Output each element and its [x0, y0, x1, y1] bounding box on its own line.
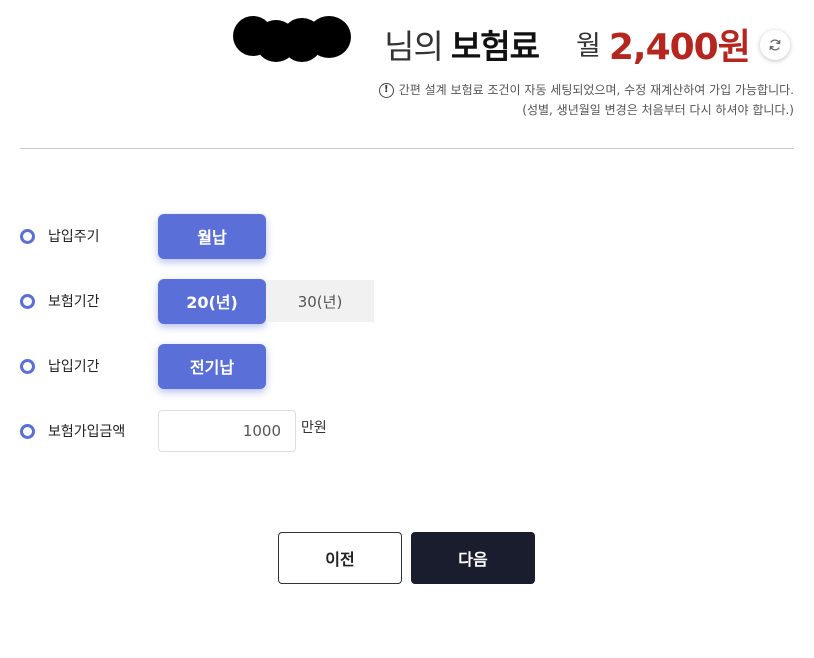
coverage-unit: 만원 [301, 420, 327, 436]
notice: ! 간편 설계 보험료 조건이 자동 세팅되었으며, 수정 재계산하여 가입 가… [378, 80, 794, 120]
premium-period: 월 [576, 31, 601, 62]
row-insurance-period: 보험기간 20(년) 30(년) [20, 278, 374, 324]
row-coverage-amount: 보험가입금액 만원 [20, 408, 327, 454]
option-monthly[interactable]: 월납 [158, 213, 266, 259]
name-suffix: 님의 [384, 27, 444, 66]
label-coverage-amount: 보험가입금액 [48, 424, 126, 440]
radio-bullet [20, 358, 35, 374]
refresh-icon [769, 39, 781, 51]
option-30-years[interactable]: 30(년) [266, 280, 374, 322]
title-strong: 보험료 [450, 27, 540, 66]
redacted-name [233, 14, 353, 64]
info-icon: ! [378, 82, 394, 98]
divider [20, 148, 794, 149]
notice-line-1: 간편 설계 보험료 조건이 자동 세팅되었으며, 수정 재계산하여 가입 가능합… [398, 83, 794, 97]
radio-bullet [20, 293, 35, 309]
label-payment-period: 납입기간 [48, 359, 100, 375]
refresh-button[interactable] [760, 30, 790, 60]
coverage-amount-input[interactable] [158, 410, 296, 452]
radio-bullet [20, 228, 35, 244]
row-payment-period: 납입기간 전기납 [20, 343, 266, 389]
row-payment-cycle: 납입주기 월납 [20, 213, 266, 259]
option-full-period[interactable]: 전기납 [158, 343, 266, 389]
prev-button[interactable]: 이전 [278, 532, 402, 584]
premium-display: 월 2,400원 [576, 18, 751, 70]
page-title: 님의 보험료 [384, 20, 540, 68]
label-insurance-period: 보험기간 [48, 294, 100, 310]
notice-line-2: (성별, 생년월일 변경은 처음부터 다시 하셔야 합니다.) [522, 103, 794, 117]
premium-amount: 2,400원 [608, 27, 751, 68]
radio-bullet [20, 423, 35, 439]
next-button[interactable]: 다음 [411, 532, 535, 584]
option-20-years[interactable]: 20(년) [158, 278, 266, 324]
label-payment-cycle: 납입주기 [48, 229, 100, 245]
